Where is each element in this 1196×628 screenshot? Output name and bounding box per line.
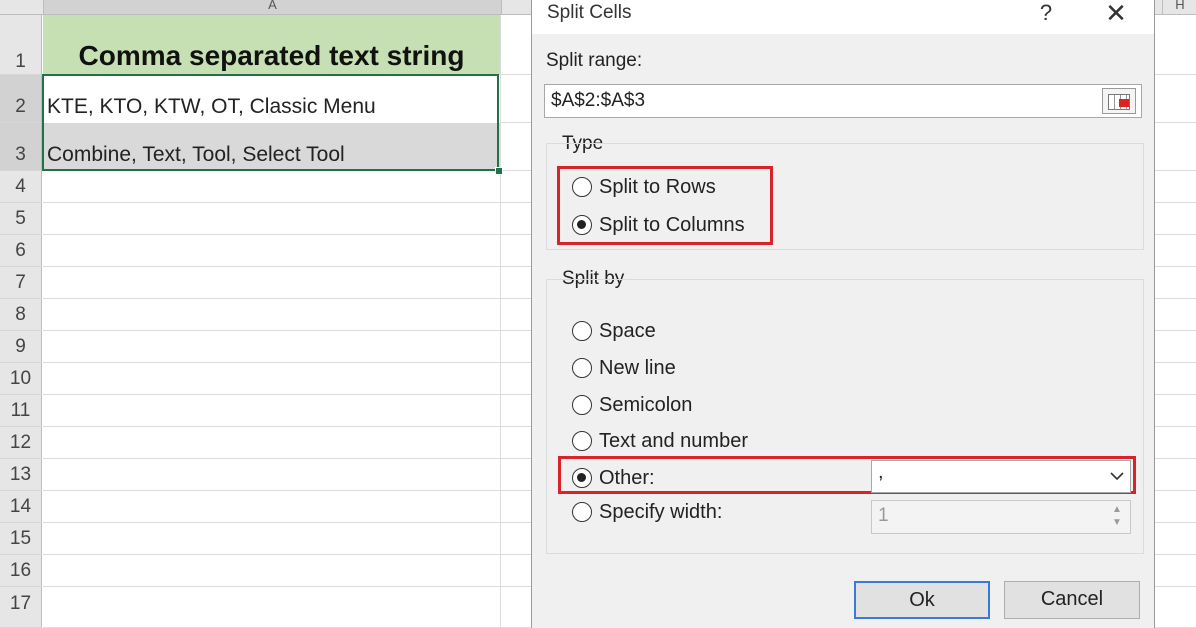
row-header-15[interactable]: 15 bbox=[0, 523, 42, 555]
row-header-16[interactable]: 16 bbox=[0, 555, 42, 587]
row-header-14[interactable]: 14 bbox=[0, 491, 42, 523]
row-header-2[interactable]: 2 bbox=[0, 75, 42, 123]
dialog-title: Split Cells bbox=[547, 2, 632, 23]
text-and-number-option[interactable]: Text and number bbox=[572, 426, 748, 456]
split-to-rows-option[interactable]: Split to Rows bbox=[572, 172, 716, 202]
row-header-17[interactable]: 17 bbox=[0, 587, 42, 628]
row-header-10[interactable]: 10 bbox=[0, 363, 42, 395]
chevron-down-icon[interactable] bbox=[1105, 462, 1129, 490]
row-header-11[interactable]: 11 bbox=[0, 395, 42, 427]
cancel-button[interactable]: Cancel bbox=[1004, 581, 1140, 619]
width-spinner-icon[interactable]: ▲ ▼ bbox=[1108, 503, 1126, 531]
text-and-number-label: Text and number bbox=[599, 429, 748, 452]
row-header-5[interactable]: 5 bbox=[0, 203, 42, 235]
split-to-columns-label: Split to Columns bbox=[599, 213, 745, 236]
specify-width-input[interactable]: 1 bbox=[871, 500, 1131, 534]
split-range-input[interactable]: $A$2:$A$3 bbox=[544, 84, 1142, 118]
row-header-9[interactable]: 9 bbox=[0, 331, 42, 363]
selection-border bbox=[42, 74, 499, 171]
space-label: Space bbox=[599, 319, 656, 342]
row-header-13[interactable]: 13 bbox=[0, 459, 42, 491]
row-header-7[interactable]: 7 bbox=[0, 267, 42, 299]
semicolon-radio[interactable] bbox=[572, 395, 592, 415]
split-to-rows-radio[interactable] bbox=[572, 177, 592, 197]
fill-handle[interactable] bbox=[495, 167, 503, 175]
range-select-icon[interactable] bbox=[1102, 88, 1136, 114]
split-to-columns-radio[interactable] bbox=[572, 215, 592, 235]
row-header-1[interactable]: 1 bbox=[0, 15, 42, 75]
split-range-label: Split range: bbox=[546, 50, 643, 71]
dialog-titlebar[interactable]: Split Cells ? ✕ bbox=[532, 0, 1154, 34]
help-button[interactable]: ? bbox=[1030, 0, 1062, 30]
row-header-12[interactable]: 12 bbox=[0, 427, 42, 459]
split-cells-dialog: Split Cells ? ✕ Split range: $A$2:$A$3 T… bbox=[531, 0, 1155, 628]
range-arrow-icon bbox=[1119, 99, 1129, 107]
split-to-rows-label: Split to Rows bbox=[599, 175, 716, 198]
column-header-a[interactable]: A bbox=[43, 0, 502, 14]
new-line-radio[interactable] bbox=[572, 358, 592, 378]
semicolon-option[interactable]: Semicolon bbox=[572, 390, 692, 420]
other-label: Other: bbox=[599, 466, 655, 489]
new-line-label: New line bbox=[599, 356, 676, 379]
specify-width-label: Specify width: bbox=[599, 500, 723, 523]
split-to-columns-option[interactable]: Split to Columns bbox=[572, 210, 745, 240]
row-header-6[interactable]: 6 bbox=[0, 235, 42, 267]
specify-width-radio[interactable] bbox=[572, 502, 592, 522]
semicolon-label: Semicolon bbox=[599, 393, 693, 416]
row-header-4[interactable]: 4 bbox=[0, 171, 42, 203]
row-header-8[interactable]: 8 bbox=[0, 299, 42, 331]
specify-width-option[interactable]: Specify width: bbox=[572, 497, 722, 527]
other-option[interactable]: Other: bbox=[572, 463, 655, 493]
close-button[interactable]: ✕ bbox=[1100, 0, 1132, 30]
new-line-option[interactable]: New line bbox=[572, 353, 676, 383]
space-radio[interactable] bbox=[572, 321, 592, 341]
ok-button[interactable]: Ok bbox=[854, 581, 990, 619]
other-delimiter-input[interactable]: , bbox=[871, 460, 1131, 493]
other-radio[interactable] bbox=[572, 468, 592, 488]
row-header-3[interactable]: 3 bbox=[0, 123, 42, 171]
space-option[interactable]: Space bbox=[572, 316, 656, 346]
column-header-h[interactable]: H bbox=[1162, 0, 1196, 14]
cell-a1[interactable]: Comma separated text string bbox=[43, 15, 500, 75]
text-and-number-radio[interactable] bbox=[572, 431, 592, 451]
